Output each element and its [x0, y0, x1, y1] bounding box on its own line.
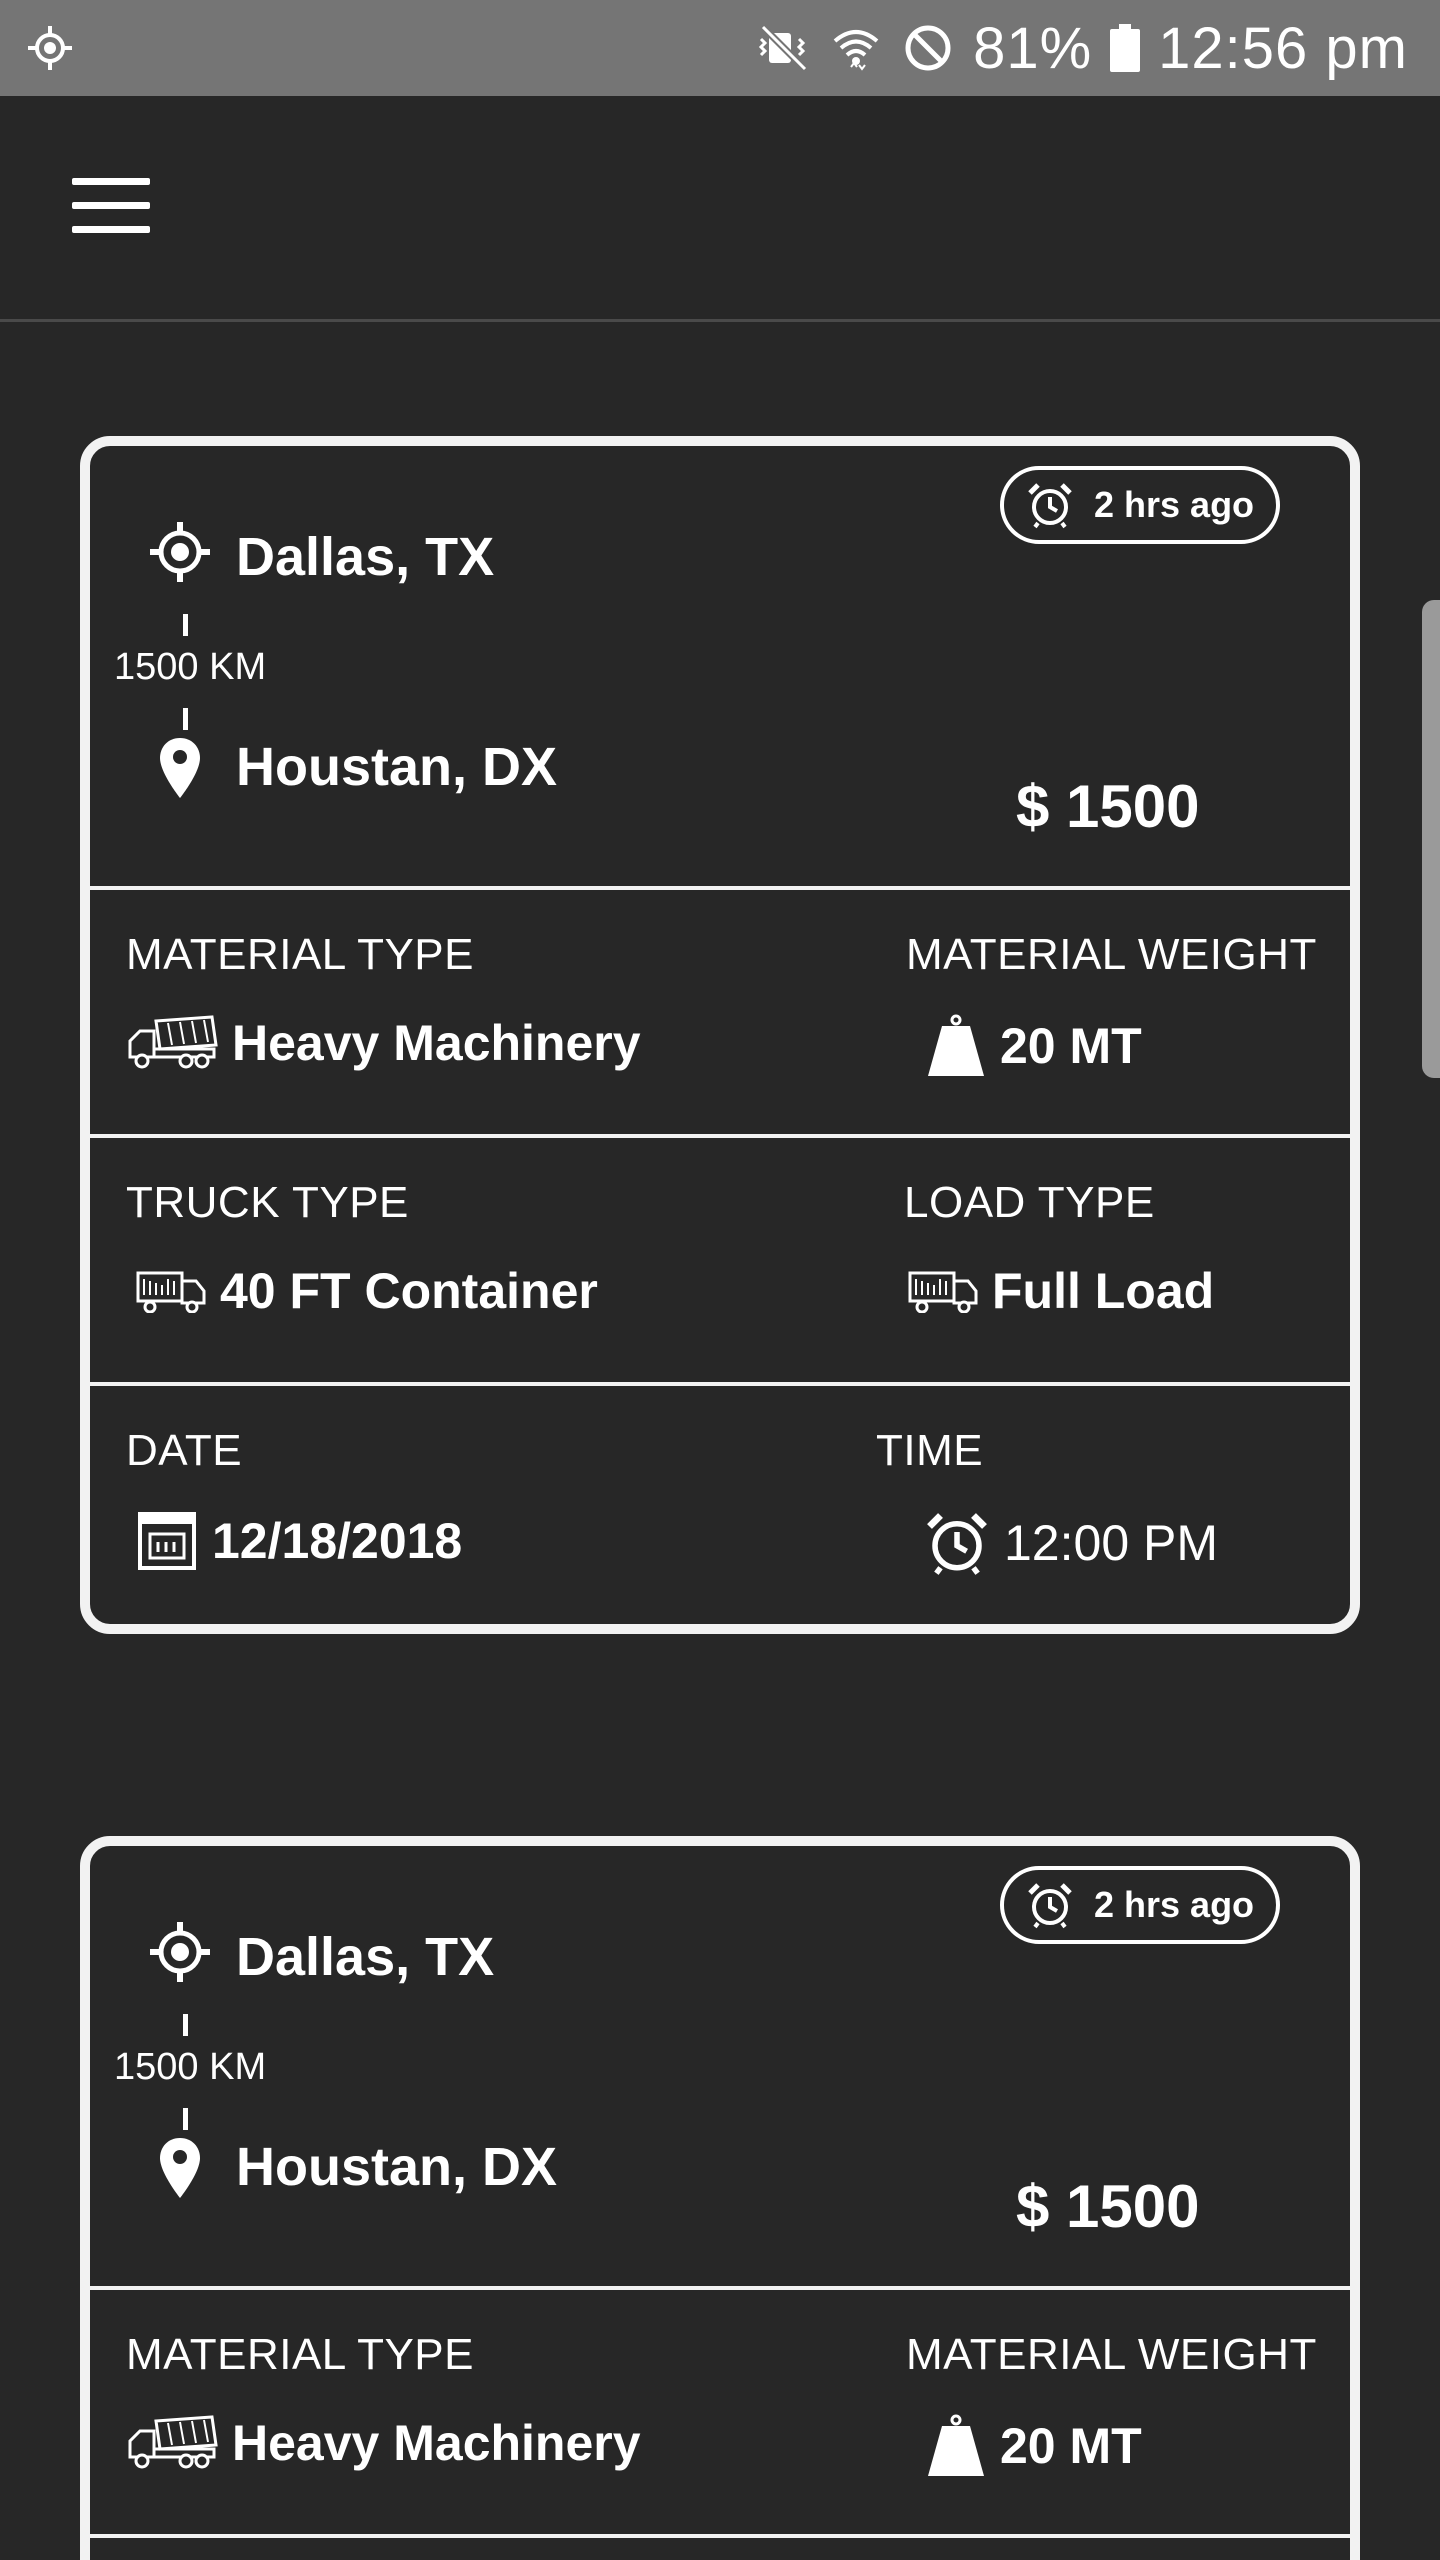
truck-type-value: 40 FT Container	[220, 1263, 598, 1319]
calendar-icon	[138, 1512, 196, 1570]
destination-city: Houstan, DX	[236, 2137, 558, 2197]
destination-city: Houstan, DX	[236, 737, 558, 797]
route-section: 2 hrs ago Dallas, TX 1500 KM Houstan, DX…	[90, 1846, 1350, 2290]
schedule-row: DATE 12/18/2018 TIME 12:00 PM	[90, 1386, 1350, 1624]
origin-city: Dallas, TX	[236, 1927, 495, 1987]
do-not-disturb-icon	[905, 25, 951, 71]
scrollbar-thumb[interactable]	[1422, 600, 1440, 1078]
status-time: 12:56 pm	[1158, 15, 1408, 81]
route-distance: 1500 KM	[114, 2046, 267, 2088]
dump-truck-icon	[128, 1015, 218, 1069]
status-bar: 81% 12:56 pm	[0, 0, 1440, 96]
container-truck-icon	[136, 1271, 206, 1313]
posted-time: 2 hrs ago	[1094, 484, 1255, 525]
gps-icon	[28, 26, 72, 70]
date-label: DATE	[126, 1426, 243, 1475]
date-value: 12/18/2018	[212, 1513, 463, 1569]
hamburger-menu-icon[interactable]	[72, 178, 150, 234]
load-type-label: LOAD TYPE	[904, 1178, 1155, 1227]
time-value: 12:00 PM	[1004, 1515, 1219, 1571]
material-weight-value: 20 MT	[1000, 2418, 1142, 2474]
route-distance: 1500 KM	[114, 646, 267, 688]
truck-type-label: TRUCK TYPE	[126, 1178, 409, 1227]
time: 12:00 PM	[924, 1510, 1218, 1576]
material-type-label: MATERIAL TYPE	[126, 2330, 474, 2379]
material-type-value: Heavy Machinery	[232, 2415, 641, 2471]
wifi-icon	[833, 30, 879, 71]
weight-icon	[928, 2414, 984, 2476]
posted-time-badge: 2 hrs ago	[1000, 466, 1280, 544]
load-card[interactable]: 2 hrs ago Dallas, TX 1500 KM Houstan, DX…	[80, 436, 1360, 1634]
posted-time: 2 hrs ago	[1094, 1884, 1255, 1925]
alarm-clock-icon	[927, 1513, 987, 1575]
price: $ 1500	[1016, 773, 1200, 840]
material-weight-label: MATERIAL WEIGHT	[906, 2330, 1317, 2379]
posted-time-badge: 2 hrs ago	[1000, 1866, 1280, 1944]
battery-percent: 81%	[973, 15, 1093, 81]
destination-pin-icon	[160, 738, 200, 798]
material-weight: 20 MT	[926, 1014, 1142, 1078]
material-row: MATERIAL TYPE Heavy Machinery MATERIAL W…	[90, 890, 1350, 1138]
destination-pin-icon	[160, 2138, 200, 2198]
material-type-label: MATERIAL TYPE	[126, 930, 474, 979]
origin-location-icon	[150, 1922, 210, 1982]
route-line	[183, 708, 188, 730]
material-row: MATERIAL TYPE Heavy Machinery MATERIAL W…	[90, 2290, 1350, 2538]
route-line	[183, 2014, 188, 2036]
app-bar	[0, 96, 1440, 322]
origin-city: Dallas, TX	[236, 527, 495, 587]
container-truck-icon	[908, 1271, 978, 1313]
dump-truck-icon	[128, 2415, 218, 2469]
material-weight-label: MATERIAL WEIGHT	[906, 930, 1317, 979]
material-weight-value: 20 MT	[1000, 1018, 1142, 1074]
material-weight: 20 MT	[926, 2414, 1142, 2478]
price: $ 1500	[1016, 2173, 1200, 2240]
route-line	[183, 614, 188, 636]
material-type: Heavy Machinery	[126, 2414, 641, 2472]
origin-location-icon	[150, 522, 210, 582]
weight-icon	[928, 1014, 984, 1076]
load-card[interactable]: 2 hrs ago Dallas, TX 1500 KM Houstan, DX…	[80, 1836, 1360, 2560]
alarm-clock-icon	[1028, 1883, 1072, 1929]
material-type-value: Heavy Machinery	[232, 1015, 641, 1071]
date: 12/18/2018	[136, 1510, 462, 1572]
load-type-value: Full Load	[992, 1263, 1215, 1319]
battery-icon	[1110, 24, 1141, 72]
material-type: Heavy Machinery	[126, 1014, 641, 1072]
route-line	[183, 2108, 188, 2130]
truck-type: 40 FT Container	[136, 1262, 598, 1320]
route-section: 2 hrs ago Dallas, TX 1500 KM Houstan, DX…	[90, 446, 1350, 890]
time-label: TIME	[876, 1426, 984, 1475]
vibrate-mute-icon	[758, 24, 808, 72]
alarm-clock-icon	[1028, 483, 1072, 529]
load-type: Full Load	[908, 1262, 1214, 1320]
truck-row: TRUCK TYPE 40 FT Container LOAD TYPE Ful…	[90, 1138, 1350, 1386]
